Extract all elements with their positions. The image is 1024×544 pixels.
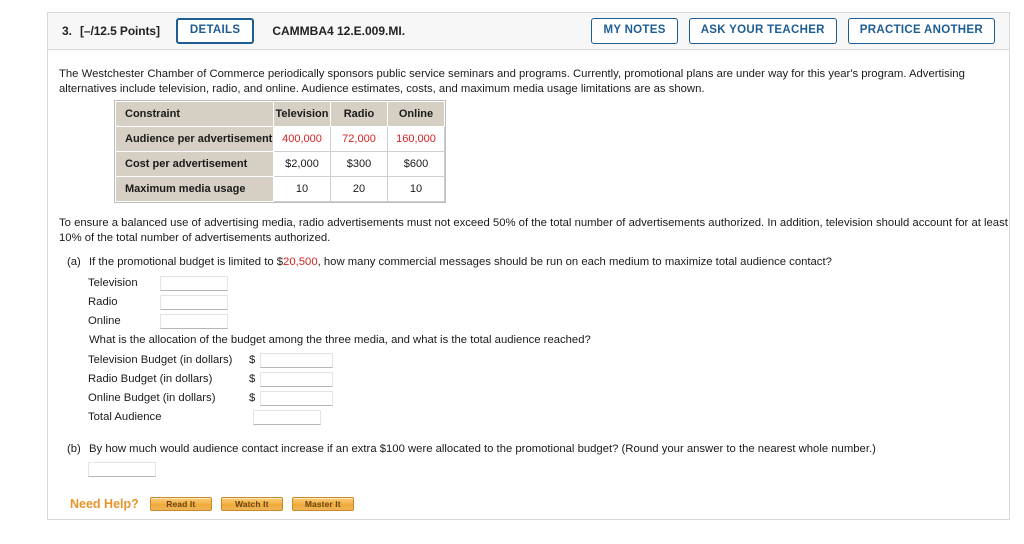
currency-prefix: $ [249,354,256,366]
currency-prefix: $ [249,373,256,385]
question-number: 3. [62,24,73,38]
row-label-cost: Cost per advertisement [115,151,274,177]
label-television: Television [88,277,138,289]
practice-another-button[interactable]: PRACTICE ANOTHER [847,18,995,44]
currency-prefix: $ [249,392,256,404]
question-card: The Westchester Chamber of Commerce peri… [47,12,1010,520]
read-it-button[interactable]: Read It [149,497,212,511]
budget-allocation-fields: Television Budget (in dollars) $ Radio B… [88,352,333,428]
table-header-radio: Radio [330,101,388,127]
need-help-section: Need Help? Read It Watch It Master It [70,497,363,511]
part-a-subquestion: What is the allocation of the budget amo… [89,334,591,346]
label-radio: Radio [88,296,118,308]
input-television-budget[interactable] [260,352,333,368]
question-body: The Westchester Chamber of Commerce peri… [48,50,1009,519]
cell-cost-television: $2,000 [273,151,331,177]
cell-max-online: 10 [387,176,445,202]
table-header-television: Television [273,101,331,127]
cell-cost-online: $600 [387,151,445,177]
field-row-television-budget: Television Budget (in dollars) $ [88,352,333,368]
field-row-television: Television [88,275,228,291]
label-online: Online [88,315,121,327]
need-help-label: Need Help? [70,497,139,511]
problem-statement: The Westchester Chamber of Commerce peri… [59,68,965,95]
cell-cost-radio: $300 [330,151,388,177]
constraint-note: To ensure a balanced use of advertising … [59,217,1008,244]
part-a-question: If the promotional budget is limited to … [89,256,989,268]
field-row-total-audience: Total Audience [88,409,333,425]
question-points: [–/12.5 Points] [80,24,160,38]
ask-your-teacher-button[interactable]: ASK YOUR TEACHER [688,18,837,44]
cell-audience-television: 400,000 [273,126,331,152]
cell-audience-radio: 72,000 [330,126,388,152]
part-a-budget-value: 20,500 [283,256,318,268]
table-row: Cost per advertisement $2,000 $300 $600 [115,151,445,177]
label-total-audience: Total Audience [88,411,162,423]
label-online-budget: Online Budget (in dollars) [88,392,216,404]
table-row: Audience per advertisement 400,000 72,00… [115,126,445,152]
header-actions: MY NOTES ASK YOUR TEACHER PRACTICE ANOTH… [591,18,995,44]
input-online-count[interactable] [160,313,228,329]
input-online-budget[interactable] [260,390,333,406]
master-it-button[interactable]: Master It [291,497,354,511]
field-row-radio: Radio [88,294,228,310]
input-total-audience[interactable] [253,409,321,425]
part-a-text-before: If the promotional budget is limited to … [89,256,284,268]
table-header-row: Constraint Television Radio Online [115,101,445,127]
field-row-online-budget: Online Budget (in dollars) $ [88,390,333,406]
row-label-max-usage: Maximum media usage [115,176,274,202]
part-a-text-after: , how many commercial messages should be… [317,256,832,268]
my-notes-button[interactable]: MY NOTES [591,18,678,44]
row-label-audience: Audience per advertisement [115,126,274,152]
details-button[interactable]: DETAILS [175,18,255,44]
field-row-radio-budget: Radio Budget (in dollars) $ [88,371,333,387]
label-television-budget: Television Budget (in dollars) [88,354,233,366]
cell-audience-online: 160,000 [387,126,445,152]
table-header-constraint: Constraint [115,101,274,127]
label-radio-budget: Radio Budget (in dollars) [88,373,213,385]
table-header-online: Online [387,101,445,127]
input-television-count[interactable] [160,275,228,291]
watch-it-button[interactable]: Watch It [220,497,283,511]
part-b-marker: (b) [67,443,81,455]
assignment-code: CAMMBA4 12.E.009.MI. [272,24,406,38]
input-radio-budget[interactable] [260,371,333,387]
input-radio-count[interactable] [160,294,228,310]
cell-max-radio: 20 [330,176,388,202]
question-header: 3. [–/12.5 Points] DETAILS CAMMBA4 12.E.… [47,12,1010,50]
media-data-table-wrapper: Constraint Television Radio Online Audie… [114,100,446,203]
media-data-table: Constraint Television Radio Online Audie… [115,101,445,202]
part-a-marker: (a) [67,256,81,268]
table-row: Maximum media usage 10 20 10 [115,176,445,202]
media-count-fields: Television Radio Online [88,275,228,332]
part-b-question: By how much would audience contact incre… [89,443,876,455]
input-part-b-answer[interactable] [88,462,156,477]
field-row-online: Online [88,313,228,329]
cell-max-television: 10 [273,176,331,202]
